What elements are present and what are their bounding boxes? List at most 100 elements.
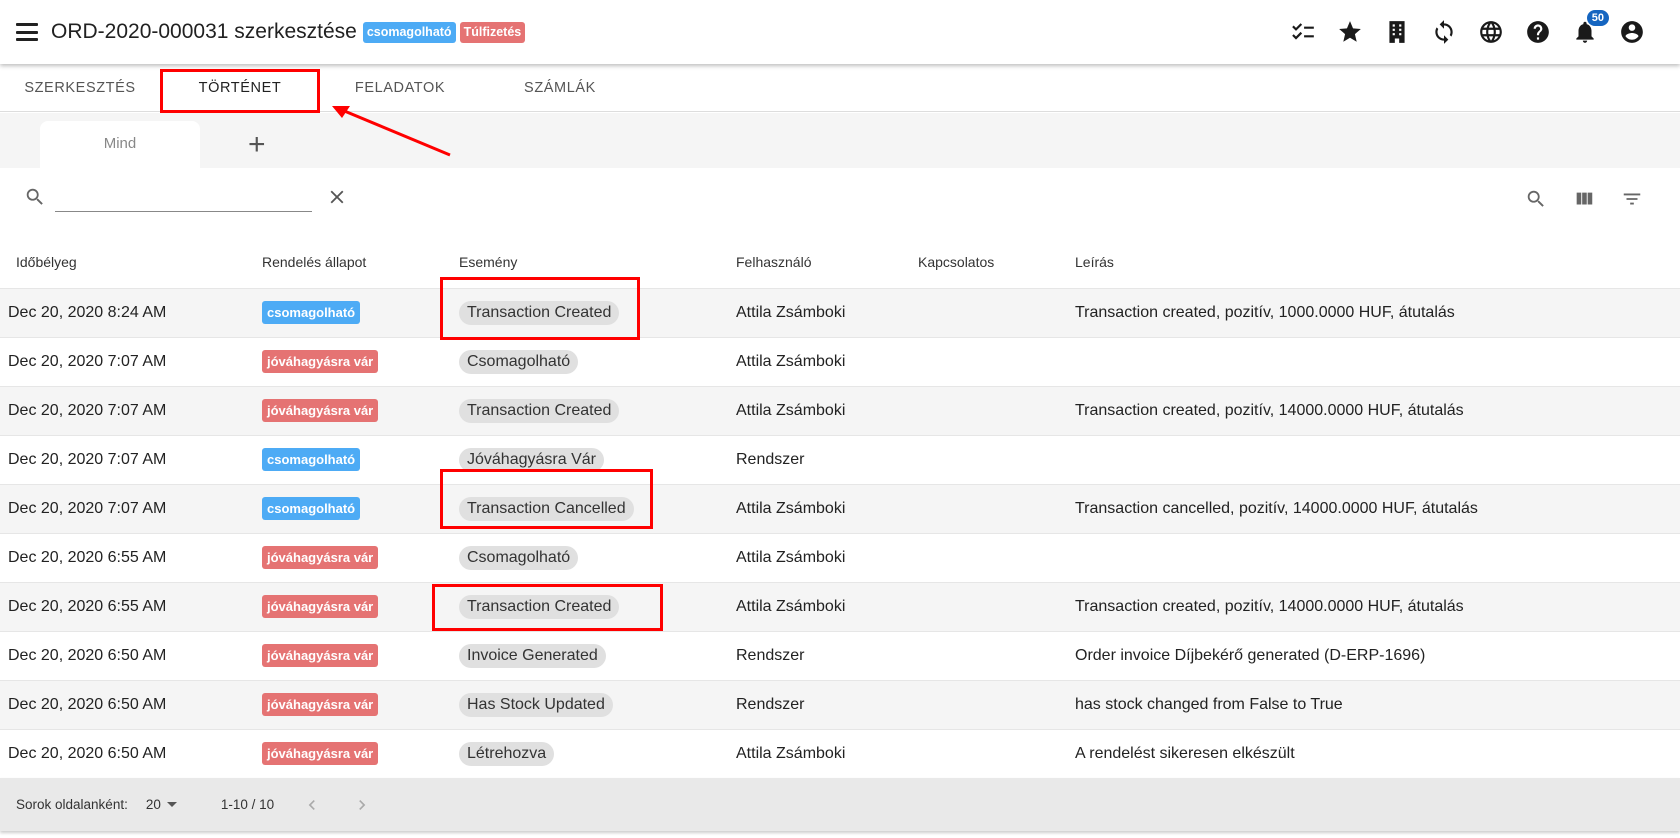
- event-cell: Transaction Created: [459, 582, 736, 632]
- status-badge: csomagolható: [262, 301, 361, 324]
- pagination-bar: Sorok oldalanként: 20 1-10 / 10: [0, 778, 1680, 831]
- order-status-cell: jóváhagyásra vár: [262, 582, 459, 632]
- globe-icon[interactable]: [1473, 14, 1509, 50]
- status-badge: csomagolható: [362, 21, 456, 43]
- column-header-order-status[interactable]: Rendelés állapot: [262, 236, 459, 289]
- related-cell: [918, 680, 1075, 730]
- timestamp-cell: Dec 20, 2020 7:07 AM: [0, 386, 262, 436]
- event-chip: Has Stock Updated: [459, 692, 613, 717]
- tab-edit[interactable]: SZERKESZTÉS: [0, 64, 160, 111]
- chevron-right-icon: [359, 799, 366, 810]
- order-status-cell: jóváhagyásra vár: [262, 386, 459, 436]
- event-cell: Transaction Created: [459, 288, 736, 338]
- clear-search-icon[interactable]: [326, 186, 348, 208]
- add-view-button[interactable]: +: [248, 128, 266, 162]
- timestamp-cell: Dec 20, 2020 7:07 AM: [0, 337, 262, 387]
- building-icon[interactable]: [1379, 14, 1415, 50]
- event-cell: Csomagolható: [459, 533, 736, 583]
- event-cell: Transaction Cancelled: [459, 484, 736, 534]
- history-table: Időbélyeg Rendelés állapot Esemény Felha…: [0, 236, 1680, 779]
- related-cell: [918, 337, 1075, 387]
- status-badge: jóváhagyásra vár: [262, 644, 379, 667]
- menu-icon[interactable]: [16, 23, 38, 41]
- search-bar: [0, 176, 1680, 226]
- order-status-cell: jóváhagyásra vár: [262, 680, 459, 730]
- tab-invoices[interactable]: SZÁMLÁK: [480, 64, 640, 111]
- table-row[interactable]: Dec 20, 2020 7:07 AM csomagolható Transact…: [0, 484, 1680, 534]
- user-cell: Attila Zsámboki: [736, 484, 918, 534]
- table-row[interactable]: Dec 20, 2020 6:50 AM jóváhagyásra vár Létr…: [0, 729, 1680, 779]
- column-header-user[interactable]: Felhasználó: [736, 236, 918, 289]
- related-cell: [918, 729, 1075, 779]
- filter-icon[interactable]: [1621, 188, 1645, 212]
- related-cell: [918, 288, 1075, 338]
- rows-per-page-value: 20: [145, 797, 161, 812]
- tab-history[interactable]: TÖRTÉNET: [160, 64, 320, 111]
- tab-tasks[interactable]: FELADATOK: [320, 64, 480, 111]
- description-cell: Order invoice Díjbekérő generated (D-ERP…: [1075, 631, 1680, 681]
- event-cell: Has Stock Updated: [459, 680, 736, 730]
- order-status-cell: csomagolható: [262, 484, 459, 534]
- timestamp-cell: Dec 20, 2020 6:50 AM: [0, 729, 262, 779]
- event-chip: Transaction Created: [459, 594, 620, 619]
- view-tab-all[interactable]: Mind: [40, 121, 200, 168]
- help-icon[interactable]: [1520, 14, 1556, 50]
- sync-icon[interactable]: [1426, 14, 1462, 50]
- timestamp-cell: Dec 20, 2020 8:24 AM: [0, 288, 262, 338]
- user-cell: Attila Zsámboki: [736, 582, 918, 632]
- user-cell: Rendszer: [736, 680, 918, 730]
- main-tabs: SZERKESZTÉS TÖRTÉNET FELADATOK SZÁMLÁK: [0, 64, 1680, 112]
- description-cell: Transaction cancelled, pozitív, 14000.00…: [1075, 484, 1680, 534]
- table-row[interactable]: Dec 20, 2020 7:07 AM jóváhagyásra vár Csom…: [0, 337, 1680, 387]
- star-icon[interactable]: [1332, 14, 1368, 50]
- event-chip: Csomagolható: [459, 349, 579, 374]
- table-row[interactable]: Dec 20, 2020 6:55 AM jóváhagyásra vár Tran…: [0, 582, 1680, 632]
- event-chip: Jóváhagyásra Vár: [459, 447, 604, 472]
- event-cell: Jóváhagyásra Vár: [459, 435, 736, 485]
- account-icon[interactable]: [1614, 14, 1650, 50]
- related-cell: [918, 386, 1075, 436]
- bell-icon[interactable]: 50: [1567, 10, 1609, 50]
- column-header-timestamp[interactable]: Időbélyeg: [0, 236, 262, 289]
- previous-page-button[interactable]: [300, 793, 324, 817]
- search-icon[interactable]: [1525, 188, 1549, 212]
- description-cell: has stock changed from False to True: [1075, 680, 1680, 730]
- column-header-related[interactable]: Kapcsolatos: [918, 236, 1075, 289]
- timestamp-cell: Dec 20, 2020 6:55 AM: [0, 582, 262, 632]
- app-bar: ORD-2020-000031 szerkesztése csomagolhat…: [0, 0, 1680, 64]
- table-row[interactable]: Dec 20, 2020 8:24 AM csomagolható Transact…: [0, 288, 1680, 338]
- order-status-cell: csomagolható: [262, 435, 459, 485]
- order-status-cell: jóváhagyásra vár: [262, 533, 459, 583]
- rows-per-page-label: Sorok oldalanként:: [16, 797, 128, 812]
- order-status-cell: jóváhagyásra vár: [262, 631, 459, 681]
- table-row[interactable]: Dec 20, 2020 6:50 AM jóváhagyásra vár Invo…: [0, 631, 1680, 681]
- next-page-button[interactable]: [350, 793, 374, 817]
- user-cell: Attila Zsámboki: [736, 288, 918, 338]
- columns-icon[interactable]: [1573, 188, 1597, 212]
- notification-badge: 50: [1586, 10, 1609, 26]
- order-status-cell: jóváhagyásra vár: [262, 729, 459, 779]
- table-row[interactable]: Dec 20, 2020 6:50 AM jóváhagyásra vár Has …: [0, 680, 1680, 730]
- checklist-icon[interactable]: [1285, 14, 1321, 50]
- event-cell: Létrehozva: [459, 729, 736, 779]
- status-badge: jóváhagyásra vár: [262, 546, 379, 569]
- table-row[interactable]: Dec 20, 2020 6:55 AM jóváhagyásra vár Csom…: [0, 533, 1680, 583]
- column-header-description[interactable]: Leírás: [1075, 236, 1680, 289]
- event-chip: Létrehozva: [459, 741, 555, 766]
- timestamp-cell: Dec 20, 2020 7:07 AM: [0, 484, 262, 534]
- related-cell: [918, 533, 1075, 583]
- rows-per-page-select[interactable]: 20: [146, 797, 177, 812]
- toolbar-icons: 50: [1274, 10, 1650, 50]
- user-cell: Rendszer: [736, 435, 918, 485]
- page-title: ORD-2020-000031 szerkesztése: [51, 20, 357, 43]
- status-badge: jóváhagyásra vár: [262, 399, 379, 422]
- search-input[interactable]: [55, 184, 312, 212]
- order-status-cell: csomagolható: [262, 288, 459, 338]
- user-cell: Rendszer: [736, 631, 918, 681]
- table-row[interactable]: Dec 20, 2020 7:07 AM jóváhagyásra vár Tran…: [0, 386, 1680, 436]
- event-chip: Invoice Generated: [459, 643, 606, 668]
- column-header-event[interactable]: Esemény: [459, 236, 736, 289]
- table-row[interactable]: Dec 20, 2020 7:07 AM csomagolható Jóváhagy…: [0, 435, 1680, 485]
- event-cell: Transaction Created: [459, 386, 736, 436]
- event-chip: Transaction Created: [459, 300, 620, 325]
